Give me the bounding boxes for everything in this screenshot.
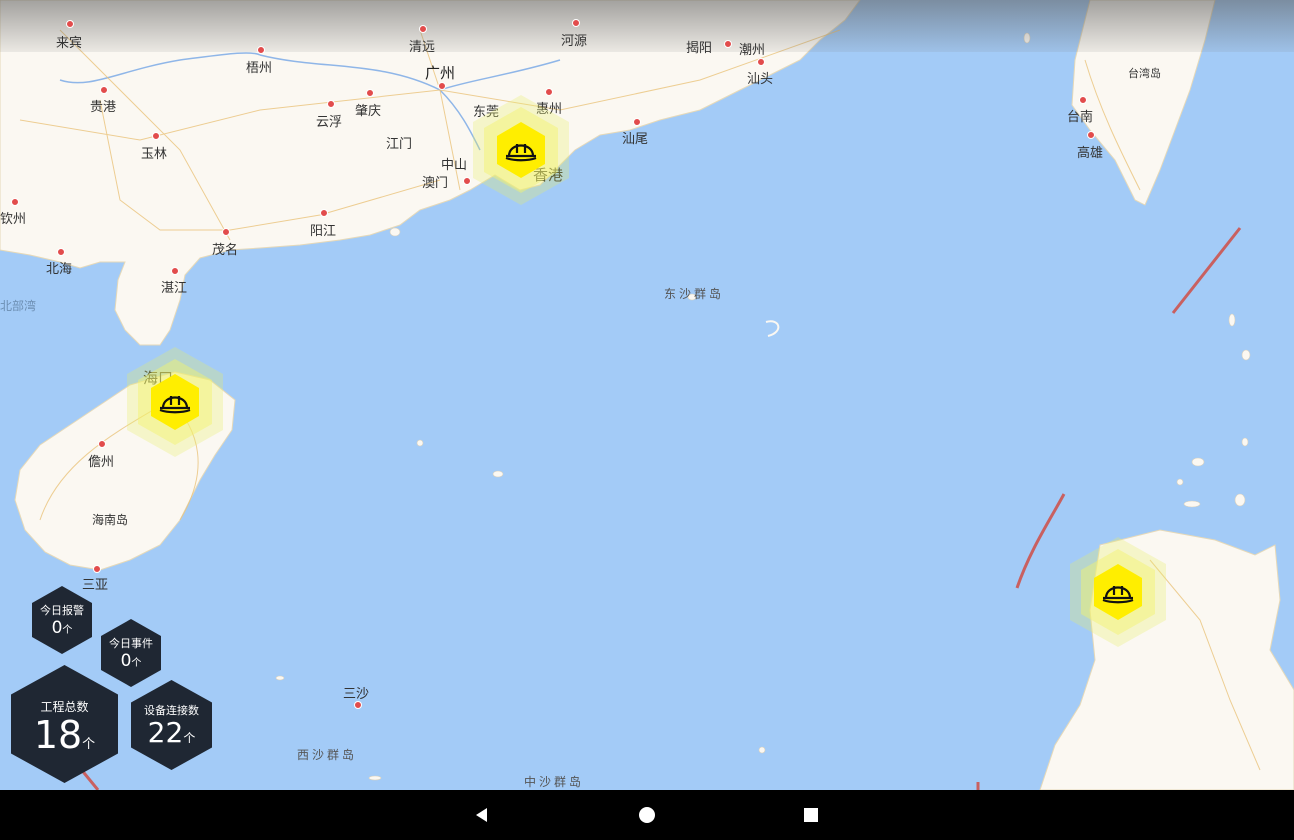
map-label: 钦州 [0,212,27,227]
city-dot [93,565,101,573]
map-label: 云浮 [316,115,343,130]
stat-unit: 个 [131,658,142,670]
city-dot [222,228,230,236]
map-view[interactable]: 来宾 梧州 清远 河源 揭阳 潮州 汕头 广州 贵港 云浮 肇庆 东莞 惠州 玉… [0,0,1294,790]
recents-button[interactable] [781,790,841,840]
map-label: 玉林 [141,147,168,162]
map-label: 茂名 [212,243,239,258]
map-label: 来宾 [56,36,83,51]
stat-unit: 个 [183,730,196,745]
map-label: 高雄 [1077,146,1104,161]
map-label: 东沙群岛 [664,287,725,301]
map-label: 肇庆 [355,104,382,119]
map-label: 台南 [1067,110,1094,125]
map-label: 梧州 [246,61,273,76]
map-label: 河源 [561,34,588,49]
map-label: 北部湾 [0,299,37,313]
stat-value: 18 [33,712,83,757]
city-dot [11,198,19,206]
stat-unit: 个 [82,736,96,752]
map-label: 中沙群岛 [524,775,585,789]
back-triangle-icon [476,808,487,822]
taiwan-island [1071,0,1216,206]
city-dot [257,46,265,54]
city-dot [320,209,328,217]
project-marker-haikou[interactable] [120,347,230,457]
map-label: 西沙群岛 [297,748,358,762]
map-label: 贵港 [90,100,117,115]
map-label: 中山 [441,158,468,173]
map-label: 海南岛 [92,513,129,527]
map-label: 阳江 [310,224,337,239]
city-dot [757,58,765,66]
map-label: 北海 [46,262,73,277]
project-marker-luzon[interactable] [1063,537,1173,647]
city-dot [1079,96,1087,104]
city-dot [419,25,427,33]
city-dot [171,267,179,275]
project-marker-shenzhen[interactable] [466,95,576,205]
map-label: 湛江 [161,281,188,296]
map-label: 三沙 [343,687,370,702]
city-dot [724,40,732,48]
city-dot [66,20,74,28]
city-dot [366,89,374,97]
city-dot [327,100,335,108]
city-dot [100,86,108,94]
city-dot [1087,131,1095,139]
stat-title: 今日报警 [40,604,84,618]
system-navigation-bar [0,790,1294,840]
city-dot [438,82,446,90]
map-label: 潮州 [739,43,766,58]
stat-title: 今日事件 [109,637,153,651]
home-button[interactable] [617,790,677,840]
stat-value: 0 [51,618,63,639]
stat-value: 0 [120,651,132,672]
city-dot [57,248,65,256]
map-label: 台湾岛 [1128,67,1161,80]
back-button[interactable] [452,790,512,840]
home-circle-icon [639,807,655,823]
map-label: 三亚 [82,578,109,593]
city-dot [354,701,362,709]
map-label: 揭阳 [686,41,713,56]
stat-unit: 个 [62,625,73,637]
city-dot [572,19,580,27]
map-label: 澳门 [422,176,449,191]
map-label: 汕头 [747,72,774,87]
city-dot [98,440,106,448]
map-label: 清远 [409,40,436,55]
recents-square-icon [804,808,818,822]
map-label: 江门 [386,137,413,152]
map-label: 儋州 [88,455,115,470]
city-dot [633,118,641,126]
stat-value: 22 [147,715,184,749]
city-dot [152,132,160,140]
map-label: 广州 [425,64,456,82]
map-label: 汕尾 [622,132,649,147]
